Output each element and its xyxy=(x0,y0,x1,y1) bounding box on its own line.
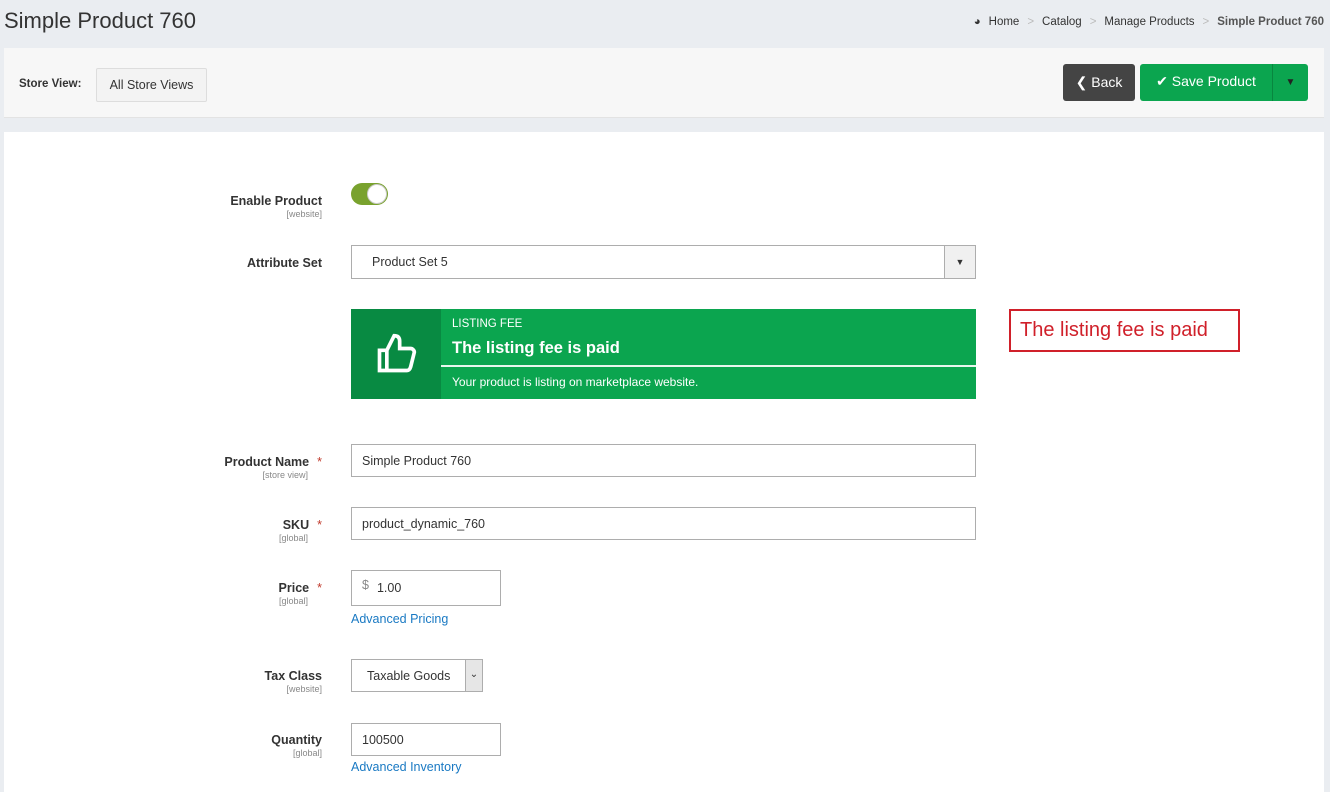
attribute-set-select[interactable]: Product Set 5 ▼ xyxy=(351,245,976,279)
attribute-set-value: Product Set 5 xyxy=(372,255,448,269)
annotation-callout: The listing fee is paid xyxy=(1009,309,1240,352)
advanced-inventory-link[interactable]: Advanced Inventory xyxy=(351,760,462,774)
page-title: Simple Product 760 xyxy=(4,8,196,33)
quantity-label: Quantity [global] xyxy=(271,733,322,758)
toolbar: Store View: All Store Views ❮ Back ✔ Sav… xyxy=(4,48,1324,118)
listing-fee-caption: LISTING FEE xyxy=(452,318,523,330)
check-icon: ✔ xyxy=(1156,73,1168,89)
breadcrumb-catalog[interactable]: Catalog xyxy=(1042,16,1082,28)
save-options-dropdown[interactable]: ▼ xyxy=(1272,64,1308,101)
listing-fee-heading: The listing fee is paid xyxy=(452,339,620,357)
currency-symbol: $ xyxy=(362,578,369,592)
breadcrumb-current: Simple Product 760 xyxy=(1217,16,1324,28)
tax-class-value: Taxable Goods xyxy=(367,668,451,683)
breadcrumb-manage-products[interactable]: Manage Products xyxy=(1104,16,1194,28)
caret-down-icon: ▼ xyxy=(944,246,975,278)
back-button[interactable]: ❮ Back xyxy=(1063,64,1135,101)
tax-class-label: Tax Class [website] xyxy=(264,669,322,694)
price-label: Price * [global] xyxy=(278,581,322,606)
listing-fee-banner: LISTING FEE The listing fee is paid Your… xyxy=(351,309,976,399)
breadcrumb: ◕ Home > Catalog > Manage Products > Simple… xyxy=(973,16,1324,28)
save-label: Save Product xyxy=(1171,73,1256,89)
tax-class-select[interactable]: Taxable Goods ⌄ xyxy=(351,659,483,692)
breadcrumb-home[interactable]: Home xyxy=(989,16,1020,28)
back-icon: ❮ xyxy=(1075,74,1088,90)
product-name-label: Product Name * [store view] xyxy=(224,455,322,480)
quantity-input[interactable]: 100500 xyxy=(351,723,501,756)
sku-input[interactable]: product_dynamic_760 xyxy=(351,507,976,540)
product-name-input[interactable]: Simple Product 760 xyxy=(351,444,976,477)
advanced-pricing-link[interactable]: Advanced Pricing xyxy=(351,612,448,626)
thumbs-up-icon xyxy=(351,309,441,399)
dashboard-icon: ◕ xyxy=(973,16,981,28)
caret-down-icon: ▼ xyxy=(1285,77,1296,88)
store-view-label: Store View: xyxy=(19,78,82,90)
chevron-down-icon: ⌄ xyxy=(465,660,482,691)
attribute-set-label: Attribute Set xyxy=(247,256,322,270)
enable-product-toggle[interactable] xyxy=(351,183,388,205)
listing-fee-message: Your product is listing on marketplace w… xyxy=(452,375,699,389)
store-view-switcher[interactable]: All Store Views xyxy=(96,68,207,102)
price-value: 1.00 xyxy=(376,581,402,595)
save-product-button[interactable]: ✔ Save Product xyxy=(1140,64,1272,101)
back-label: Back xyxy=(1091,74,1123,90)
sku-label: SKU * [global] xyxy=(278,518,322,543)
price-input[interactable]: $1.00 xyxy=(351,570,501,606)
enable-product-label: Enable Product [website] xyxy=(230,194,322,219)
